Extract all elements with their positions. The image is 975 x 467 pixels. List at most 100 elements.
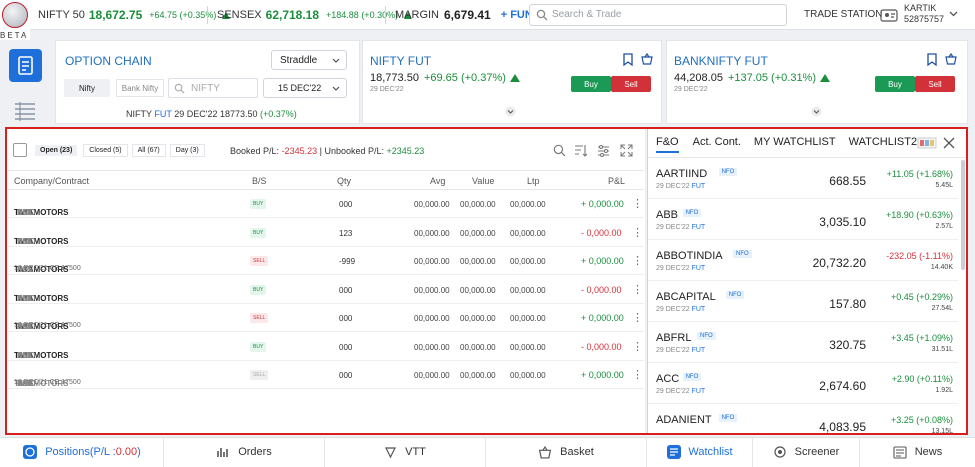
search-icon — [536, 9, 548, 21]
exchange-tag: AMO — [17, 236, 36, 246]
ltp-value: 00,000.00 — [510, 314, 546, 323]
close-icon[interactable] — [942, 136, 956, 150]
pnl-value: + 0,000.00 — [581, 199, 624, 209]
nav-watchlist[interactable]: Watchlist — [647, 437, 753, 467]
symbol-name: ADANIENT — [656, 414, 712, 426]
search-icon[interactable] — [553, 144, 566, 157]
banknifty-buy-button[interactable]: Buy — [875, 76, 915, 92]
symbol-name: ACC — [656, 373, 680, 385]
tab-my-watchlist[interactable]: MY WATCHLIST — [754, 136, 836, 153]
tab-watchlist2[interactable]: WATCHLIST2 — [849, 136, 917, 153]
ticker-sensex[interactable]: SENSEX 62,718.18 +184.88 (+0.30%) — [217, 8, 413, 22]
col-pnl[interactable]: P&L — [608, 176, 625, 186]
more-menu-icon[interactable]: ⋮ — [632, 197, 643, 210]
nav-screener[interactable]: Screener — [753, 437, 860, 467]
side-badge: BUY — [250, 227, 267, 238]
nav-positions[interactable]: Positions(P/L : 0.00) — [0, 437, 164, 467]
positions-icon — [23, 445, 38, 459]
table-row[interactable]: TATAMOTORS 12 DEC'21 CE 17500 NSE DEL RL AMO… — [8, 304, 644, 332]
nifty-sell-button[interactable]: Sell — [611, 76, 651, 92]
banknifty-sell-button[interactable]: Sell — [915, 76, 955, 92]
table-row[interactable]: TATAMOTORS NSE DEL RL AMO BUY 000 00,000.00 00,… — [8, 276, 644, 304]
basket-icon[interactable] — [641, 53, 653, 65]
strategy-select[interactable]: Straddle — [271, 50, 347, 70]
col-value[interactable]: Value — [472, 176, 494, 186]
watchlist-item[interactable]: ABB NFO 29 DEC'22 FUT 3,035.10 +18.90 (+0.63… — [648, 199, 958, 240]
expiry-date: 29 DEC'22 FUT — [656, 224, 706, 231]
filter-open[interactable]: Open (23) — [35, 144, 78, 156]
watchlist-scrollbar[interactable] — [961, 160, 965, 270]
more-menu-icon[interactable]: ⋮ — [632, 340, 643, 353]
ticker-nifty[interactable]: NIFTY 50 18,672.75 +64.75 (+0.35%) — [38, 8, 231, 22]
more-menu-icon[interactable]: ⋮ — [632, 311, 643, 324]
table-row[interactable]: TATAMOTORS 12 DEC'21 CE 17500 NSE DEL SELL -… — [8, 247, 644, 275]
nifty-fut-date: 29 DEC'22 — [370, 86, 404, 93]
ltp-value: 00,000.00 — [510, 285, 546, 295]
side-badge: BUY — [250, 341, 267, 352]
col-ltp[interactable]: Ltp — [527, 176, 540, 186]
nav-vtt[interactable]: VTT — [325, 437, 486, 467]
more-menu-icon[interactable]: ⋮ — [632, 254, 643, 267]
select-all-checkbox[interactable] — [13, 143, 27, 157]
volume: 31.51L — [931, 346, 953, 353]
last-price: 3,035.10 — [819, 215, 866, 229]
watchlist-color-icon[interactable] — [917, 137, 937, 149]
filter-day[interactable]: Day (3) — [169, 143, 205, 157]
tab-nifty[interactable]: Nifty — [64, 79, 110, 97]
orders-icon — [217, 448, 228, 457]
basket-icon[interactable] — [945, 53, 957, 65]
expand-chevron-icon[interactable] — [811, 106, 822, 117]
list-nav-icon[interactable] — [12, 100, 38, 122]
tab-fno[interactable]: F&O — [656, 136, 679, 153]
col-bs[interactable]: B/S — [252, 176, 267, 186]
tab-act-cont[interactable]: Act. Cont. — [693, 136, 741, 153]
banknifty-fut-date: 29 DEC'22 — [674, 86, 708, 93]
nav-basket[interactable]: Basket — [486, 437, 647, 467]
search-input[interactable]: Search & Trade — [529, 4, 787, 26]
bookmark-icon[interactable] — [623, 53, 633, 66]
watchlist-item[interactable]: ACC NFO 29 DEC'22 FUT 2,674.60 +2.90 (+0.11%… — [648, 363, 958, 404]
col-avg[interactable]: Avg — [430, 176, 445, 186]
filter-all[interactable]: All (67) — [131, 143, 166, 157]
user-menu[interactable]: KARTIK 52875757 — [904, 3, 944, 25]
nav-news[interactable]: News — [860, 437, 975, 467]
nifty-fut-title: NIFTY FUT — [370, 54, 432, 68]
bookmark-icon[interactable] — [927, 53, 937, 66]
watchlist-item[interactable]: ABFRL NFO 29 DEC'22 FUT 320.75 +3.45 (+1.09%… — [648, 322, 958, 363]
table-row[interactable]: TATAMOTORS 12 DEC'21 CE 17500 NSE DEL RL AMO… — [8, 361, 644, 389]
col-qty[interactable]: Qty — [337, 176, 351, 186]
expiry-date: 29 DEC'22 FUT — [656, 265, 706, 272]
watchlist-item[interactable]: ABCAPITAL NFO 29 DEC'22 FUT 157.80 +0.45 (+0… — [648, 281, 958, 322]
table-row[interactable]: TATAMOTORS NSE DEL RL AMO BUY 000 00,000.00 00,… — [8, 190, 644, 218]
expand-chevron-icon[interactable] — [505, 106, 516, 117]
more-menu-icon[interactable]: ⋮ — [632, 226, 643, 239]
avg-value: 00,000.00 — [414, 285, 450, 295]
pnl-value: + 0,000.00 — [581, 313, 624, 323]
watchlist-item[interactable]: ABBOTINDIA NFO 29 DEC'22 FUT 20,732.20 -232.… — [648, 240, 958, 281]
app-logo[interactable]: BETA — [0, 0, 30, 40]
tab-bank-nifty[interactable]: Bank Nifty — [116, 79, 164, 97]
expiry-date: 29 DEC'22 FUT — [656, 183, 706, 190]
col-company[interactable]: Company/Contract — [14, 176, 89, 186]
expand-icon[interactable] — [620, 144, 633, 157]
profile-icon[interactable] — [880, 7, 898, 22]
table-row[interactable]: TATAMOTORS NSE DEL RL AMO BUY 000 00,000.00 00,… — [8, 333, 644, 361]
option-chain-nav-icon[interactable] — [9, 49, 42, 82]
trade-station-link[interactable]: TRADE STATION — [804, 9, 883, 20]
table-row[interactable]: TATAMOTORS NSE DEL RL AMO BUY 123 00,000.00 00,… — [8, 219, 644, 247]
chevron-down-icon[interactable] — [949, 11, 958, 17]
qty-value: 000 — [339, 314, 353, 323]
more-menu-icon[interactable]: ⋮ — [632, 283, 643, 296]
sort-icon[interactable] — [574, 144, 588, 157]
expiry-select[interactable]: 15 DEC'22 — [263, 78, 347, 98]
filter-closed[interactable]: Closed (5) — [83, 143, 128, 157]
nifty-buy-button[interactable]: Buy — [571, 76, 611, 92]
nav-orders[interactable]: Orders — [164, 437, 325, 467]
exchange-tag: AMO — [17, 350, 36, 360]
filter-settings-icon[interactable] — [597, 144, 610, 157]
ltp-value: 00,000.00 — [510, 371, 546, 380]
watchlist-item[interactable]: AARTIIND NFO 29 DEC'22 FUT 668.55 +11.05 (+1… — [648, 158, 958, 199]
more-menu-icon[interactable]: ⋮ — [632, 368, 643, 381]
option-search-input[interactable]: NIFTY — [168, 78, 258, 98]
volume: 1.92L — [935, 387, 953, 394]
